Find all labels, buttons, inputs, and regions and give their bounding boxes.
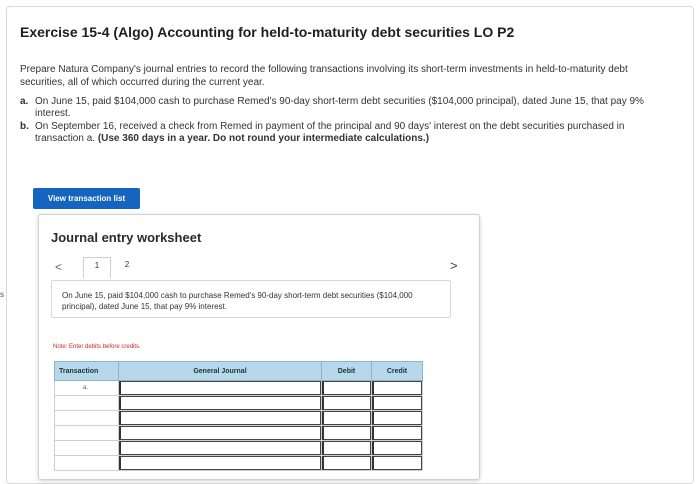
page-tab-1[interactable]: 1 — [83, 257, 111, 279]
debits-note: Note: Enter debits before credits. — [53, 344, 141, 350]
account-input[interactable] — [119, 381, 321, 395]
transaction-cell — [54, 455, 119, 471]
debit-cell — [321, 455, 372, 471]
debit-input[interactable] — [322, 381, 371, 395]
credit-input[interactable] — [372, 396, 422, 410]
credit-input[interactable] — [372, 411, 422, 425]
debit-cell — [321, 440, 372, 456]
journal-table: Transaction General Journal Debit Credit… — [54, 361, 423, 471]
credit-input[interactable] — [372, 426, 422, 440]
header-debit: Debit — [321, 361, 372, 381]
debit-cell — [321, 395, 372, 411]
account-cell — [118, 455, 322, 471]
account-cell — [118, 410, 322, 426]
view-transaction-list-button[interactable]: View transaction list — [33, 188, 140, 209]
credit-cell — [371, 410, 423, 426]
header-transaction: Transaction — [54, 361, 119, 381]
edge-mark: s — [0, 290, 4, 299]
credit-cell — [371, 395, 423, 411]
account-cell — [118, 395, 322, 411]
previous-page-button[interactable]: < — [55, 260, 62, 274]
debit-input[interactable] — [322, 396, 371, 410]
journal-header-row: Transaction General Journal Debit Credit — [54, 361, 423, 381]
credit-cell — [371, 425, 423, 441]
debit-cell — [321, 425, 372, 441]
debit-cell — [321, 380, 372, 396]
credit-input[interactable] — [372, 381, 422, 395]
transaction-cell — [54, 395, 119, 411]
account-input[interactable] — [119, 411, 321, 425]
header-general-journal: General Journal — [118, 361, 322, 381]
page-tab-2[interactable]: 2 — [120, 257, 134, 279]
credit-input[interactable] — [372, 456, 422, 470]
credit-cell — [371, 380, 423, 396]
account-input[interactable] — [119, 441, 321, 455]
transaction-description: On June 15, paid $104,000 cash to purcha… — [51, 280, 451, 318]
table-row — [54, 425, 423, 441]
credit-cell — [371, 455, 423, 471]
account-input[interactable] — [119, 426, 321, 440]
transaction-cell — [54, 440, 119, 456]
debit-cell — [321, 410, 372, 426]
table-row: a. — [54, 380, 423, 396]
account-input[interactable] — [119, 456, 321, 470]
table-row — [54, 410, 423, 426]
account-cell — [118, 380, 322, 396]
transaction-cell: a. — [54, 380, 119, 396]
debit-input[interactable] — [322, 456, 371, 470]
debit-input[interactable] — [322, 411, 371, 425]
account-cell — [118, 440, 322, 456]
next-page-button[interactable]: > — [450, 258, 458, 273]
transaction-cell — [54, 425, 119, 441]
header-credit: Credit — [371, 361, 423, 381]
part-b-marker: b. — [20, 121, 29, 132]
part-b-instruction: (Use 360 days in a year. Do not round yo… — [97, 133, 430, 144]
part-a: a. On June 15, paid $104,000 cash to pur… — [20, 96, 670, 120]
exercise-instructions: Prepare Natura Company's journal entries… — [20, 64, 628, 88]
exercise-title: Exercise 15-4 (Algo) Accounting for held… — [20, 24, 515, 40]
part-b: b. On September 16, received a check fro… — [20, 121, 670, 145]
transaction-parts: a. On June 15, paid $104,000 cash to pur… — [20, 96, 670, 146]
worksheet-title: Journal entry worksheet — [51, 230, 202, 245]
transaction-cell — [54, 410, 119, 426]
debit-input[interactable] — [322, 426, 371, 440]
table-row — [54, 440, 423, 456]
credit-input[interactable] — [372, 441, 422, 455]
debit-input[interactable] — [322, 441, 371, 455]
account-cell — [118, 425, 322, 441]
table-row — [54, 395, 423, 411]
credit-cell — [371, 440, 423, 456]
account-input[interactable] — [119, 396, 321, 410]
part-a-marker: a. — [20, 96, 29, 107]
part-a-text: On June 15, paid $104,000 cash to purcha… — [35, 96, 644, 119]
table-row — [54, 455, 423, 471]
